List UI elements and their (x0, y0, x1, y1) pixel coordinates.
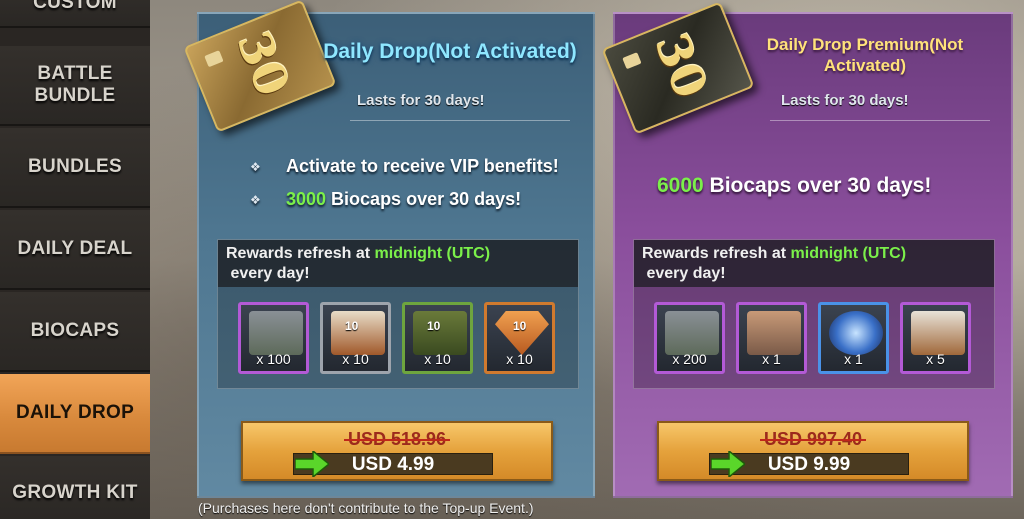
sidebar-item-biocaps[interactable]: BIOCAPS (0, 292, 150, 372)
buy-daily-drop-premium-button[interactable]: USD 997.40 USD 9.99 (657, 421, 969, 481)
item-quantity: x 5 (926, 351, 945, 367)
benefit-text: Biocaps over 30 days! (703, 174, 932, 197)
benefit-biocaps: 6000 Biocaps over 30 days! (657, 174, 931, 198)
item-quantity: x 1 (762, 351, 781, 367)
biocaps-amount: 3000 (286, 189, 327, 209)
item-quantity: x 10 (342, 351, 369, 367)
original-price: USD 997.40 (659, 429, 967, 450)
reward-item[interactable]: 10 x 10 (402, 302, 473, 374)
reward-item[interactable]: x 5 (900, 302, 971, 374)
biocaps-amount: 6000 (657, 174, 704, 197)
item-quantity: x 1 (844, 351, 863, 367)
sidebar-item-battle-bundle[interactable]: BATTLE BUNDLE (0, 46, 150, 126)
document-pack-icon (911, 311, 965, 355)
reward-item[interactable]: x 1 (818, 302, 889, 374)
sidebar-item-custom[interactable]: CUSTOM (0, 0, 150, 28)
chip-icon (204, 50, 224, 68)
item-tag: 10 (513, 319, 527, 333)
arrow-right-icon (711, 451, 745, 477)
reward-item[interactable]: 10 x 10 (484, 302, 555, 374)
rewards-text: every day! (642, 265, 726, 282)
benefit-vip: ❖ Activate to receive VIP benefits! (250, 156, 559, 177)
benefit-biocaps: ❖ 3000 Biocaps over 30 days! (250, 189, 521, 210)
sidebar-item-label: BIOCAPS (30, 320, 120, 341)
biocap-canister-icon (249, 311, 303, 355)
sidebar-item-bundles[interactable]: BUNDLES (0, 128, 150, 208)
reward-item[interactable]: x 100 (238, 302, 309, 374)
rewards-refresh-note: Rewards refresh at midnight (UTC) every … (634, 240, 994, 287)
divider (350, 120, 570, 121)
map-blueprint-icon (747, 311, 801, 355)
sidebar-item-label: BATTLE BUNDLE (34, 63, 116, 106)
rewards-refresh-note: Rewards refresh at midnight (UTC) every … (218, 240, 578, 287)
rewards-text: Rewards refresh at (226, 245, 375, 262)
lasts-text: Lasts for 30 days! (781, 92, 909, 109)
daily-drop-title: Daily Drop(Not Activated) (323, 40, 577, 63)
sidebar-item-label: DAILY DROP (15, 402, 135, 423)
sidebar-item-label: DAILY DEAL (17, 238, 133, 259)
item-tag: 10 (345, 319, 359, 333)
biocap-canister-icon (665, 311, 719, 355)
supply-crate-icon: 10 (331, 311, 385, 355)
buy-daily-drop-button[interactable]: USD 518.96 USD 4.99 (241, 421, 553, 481)
lasts-text: Lasts for 30 days! (357, 92, 485, 109)
reward-item[interactable]: x 1 (736, 302, 807, 374)
blue-star-badge-icon (829, 311, 883, 355)
divider (770, 120, 990, 121)
old-price-text: USD 997.40 (763, 429, 863, 449)
arrow-right-icon (295, 451, 329, 477)
midnight-highlight: midnight (UTC) (374, 245, 491, 262)
purchase-footnote: (Purchases here don't contribute to the … (198, 500, 534, 516)
item-quantity: x 100 (256, 351, 291, 367)
orange-badge-icon: 10 (495, 311, 549, 355)
benefit-text: Biocaps over 30 days! (326, 189, 522, 209)
item-quantity: x 10 (424, 351, 451, 367)
sidebar-item-growth-kit[interactable]: GROWTH KIT (0, 456, 150, 519)
daily-drop-premium-title: Daily Drop Premium(Not Activated) (766, 35, 964, 75)
sidebar-item-label: BUNDLES (28, 156, 122, 177)
chip-icon (622, 52, 642, 70)
voucher-number: 30 (226, 23, 301, 104)
sidebar-item-daily-drop[interactable]: DAILY DROP (0, 374, 150, 454)
rewards-text: Rewards refresh at (642, 245, 791, 262)
reward-item[interactable]: 10 x 10 (320, 302, 391, 374)
diamond-bullet-icon: ❖ (250, 192, 261, 207)
item-quantity: x 200 (672, 351, 707, 367)
diamond-bullet-icon: ❖ (250, 159, 261, 174)
rewards-panel: Rewards refresh at midnight (UTC) every … (633, 239, 995, 389)
sidebar: CUSTOM BATTLE BUNDLE BUNDLES DAILY DEAL … (0, 0, 150, 519)
item-quantity: x 10 (506, 351, 533, 367)
green-crate-icon: 10 (413, 311, 467, 355)
sidebar-item-label: CUSTOM (33, 0, 117, 13)
original-price: USD 518.96 (243, 429, 551, 450)
rewards-text: every day! (226, 265, 310, 282)
voucher-number: 30 (644, 25, 719, 106)
rewards-panel: Rewards refresh at midnight (UTC) every … (217, 239, 579, 389)
old-price-text: USD 518.96 (347, 429, 447, 449)
sidebar-item-daily-deal[interactable]: DAILY DEAL (0, 210, 150, 290)
item-tag: 10 (427, 319, 441, 333)
benefit-text: Activate to receive VIP benefits! (286, 156, 559, 176)
sidebar-item-label: GROWTH KIT (12, 482, 138, 503)
reward-item[interactable]: x 200 (654, 302, 725, 374)
midnight-highlight: midnight (UTC) (790, 245, 907, 262)
